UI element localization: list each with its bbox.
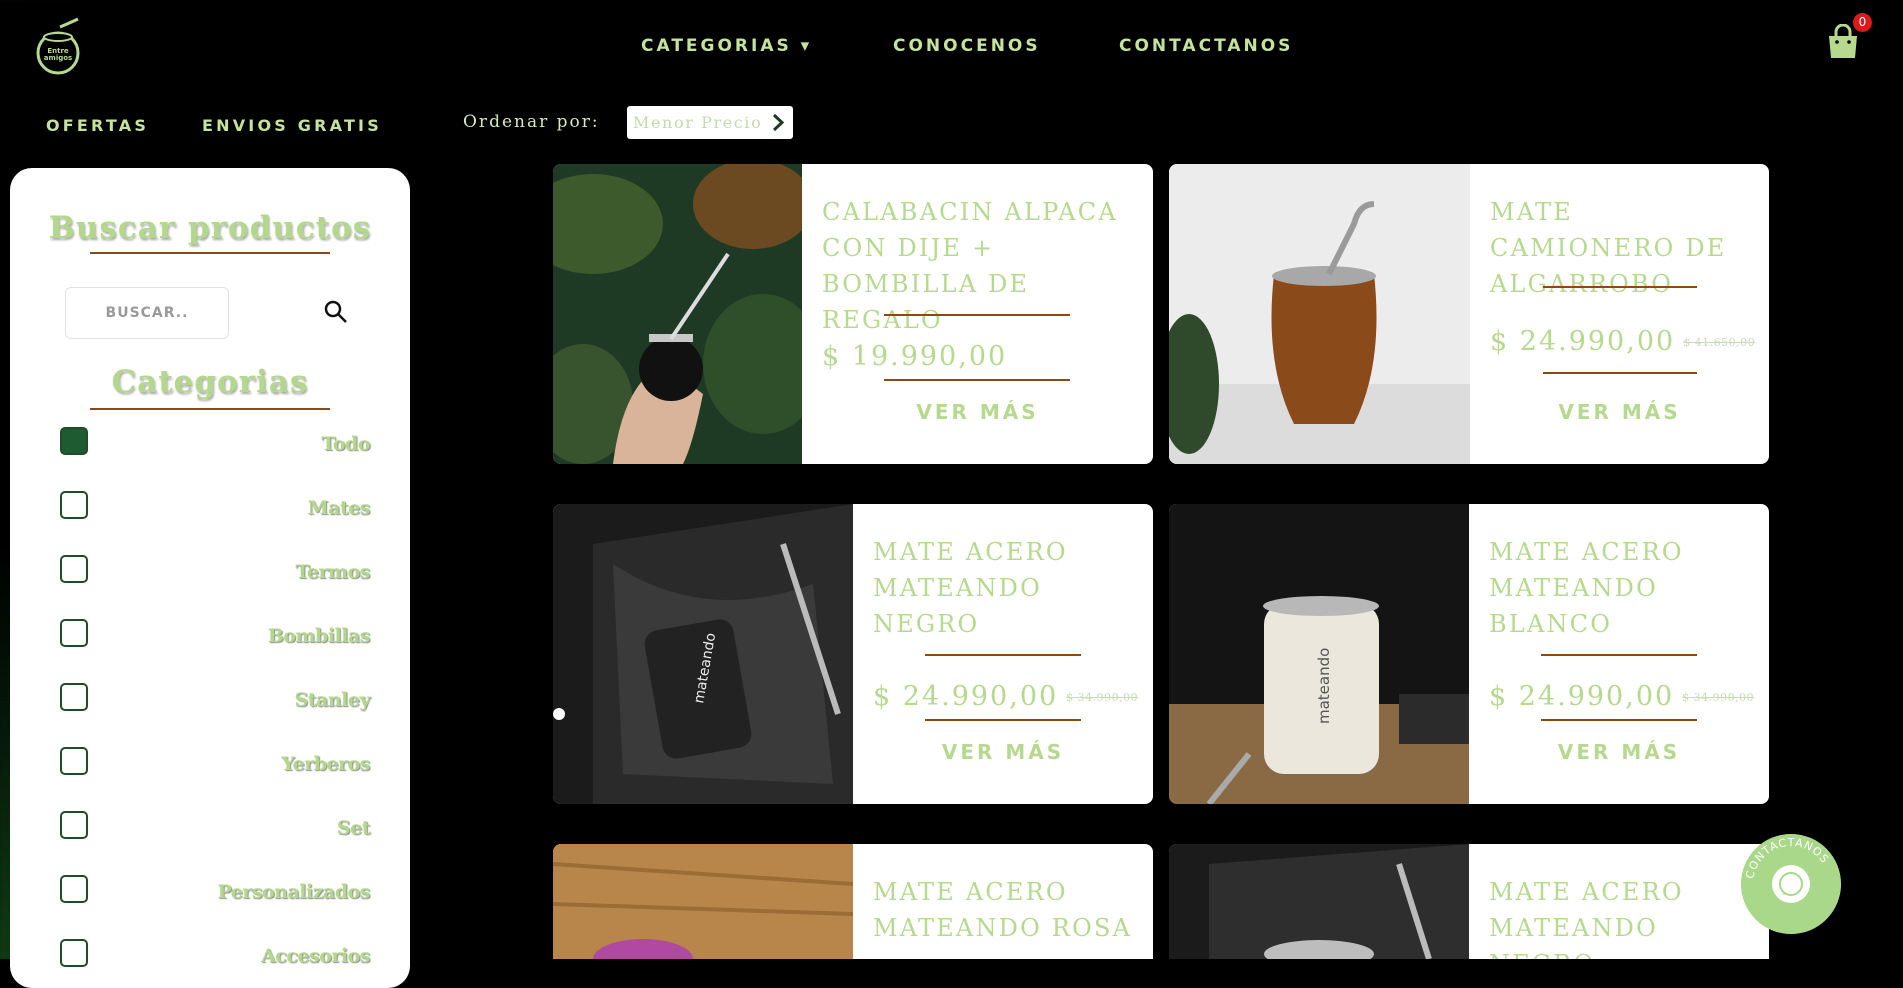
product-name: MATE ACERO MATEANDO ROSA xyxy=(873,878,1133,942)
product-divider xyxy=(925,654,1081,656)
product-divider xyxy=(884,379,1070,381)
category-set[interactable]: Set xyxy=(60,811,371,847)
category-checkbox[interactable] xyxy=(60,875,88,903)
category-yerberos[interactable]: Yerberos xyxy=(60,747,370,783)
nav-contactanos[interactable]: CONTACTANOS xyxy=(1119,36,1293,56)
product-image xyxy=(553,164,802,464)
sort-label: Ordenar por: xyxy=(463,112,600,132)
product-card[interactable]: CALABACIN ALPACA CON DIJE + BOMBILLA DE … xyxy=(553,164,1153,464)
product-divider xyxy=(1543,372,1697,374)
nav-conocenos[interactable]: CONOCENOS xyxy=(893,36,1041,56)
chevron-right-icon xyxy=(772,113,785,132)
category-checkbox[interactable] xyxy=(60,683,88,711)
category-label: Todo xyxy=(321,433,370,455)
category-label: Stanley xyxy=(294,689,371,711)
product-image xyxy=(1169,844,1469,959)
category-label: Accesorios xyxy=(261,945,370,967)
product-card[interactable]: mateando MATE ACERO MATEANDO NEGRO $ 24.… xyxy=(553,504,1153,804)
product-divider xyxy=(1543,286,1697,288)
category-checkbox[interactable] xyxy=(60,811,88,839)
category-label: Set xyxy=(336,817,371,839)
product-old-price: $ 34.990,00 xyxy=(1682,691,1755,704)
product-info: MATE ACERO MATEANDO ROSA xyxy=(853,844,1153,959)
search-input[interactable] xyxy=(65,287,229,339)
category-label: Mates xyxy=(307,497,371,519)
cart-count-badge: 0 xyxy=(1853,13,1872,32)
product-divider xyxy=(884,314,1070,316)
sort-value: Menor Precio xyxy=(633,113,763,132)
category-checkbox[interactable] xyxy=(60,491,88,519)
category-label: Bombillas xyxy=(267,625,371,647)
category-mates[interactable]: Mates xyxy=(60,491,371,527)
product-info: CALABACIN ALPACA CON DIJE + BOMBILLA DE … xyxy=(802,164,1153,464)
nav-categorias[interactable]: CATEGORIAS ▾ xyxy=(641,36,812,56)
ver-mas-button[interactable]: VER MÁS xyxy=(802,400,1153,424)
categories-title: Categorias xyxy=(111,364,309,400)
ver-mas-button[interactable]: VER MÁS xyxy=(1469,740,1769,764)
product-old-price: $ 34.990,00 xyxy=(1066,691,1139,704)
sort-select[interactable]: Menor Precio xyxy=(627,106,793,139)
search-title: Buscar productos xyxy=(48,210,372,246)
svg-text:mateando: mateando xyxy=(1315,648,1333,724)
product-price: $ 24.990,00 $ 41.650,00 xyxy=(1490,326,1756,357)
product-name: MATE ACERO MATEANDO NEGRO xyxy=(873,538,1068,638)
category-checkbox[interactable] xyxy=(60,939,88,967)
category-bombillas[interactable]: Bombillas xyxy=(60,619,371,655)
product-image xyxy=(1169,164,1470,464)
product-name: MATE ACERO MATEANDO BLANCO xyxy=(1489,538,1684,638)
category-checkbox[interactable] xyxy=(60,427,88,455)
category-todo[interactable]: Todo xyxy=(60,427,370,463)
category-checkbox[interactable] xyxy=(60,619,88,647)
product-image: mateando xyxy=(1169,504,1469,804)
search-title-underline xyxy=(90,252,330,254)
product-price: $ 24.990,00 $ 34.990,00 xyxy=(1489,681,1755,712)
envios-gratis-link[interactable]: ENVIOS GRATIS xyxy=(202,116,382,135)
category-checkbox[interactable] xyxy=(60,555,88,583)
ofertas-link[interactable]: OFERTAS xyxy=(46,116,149,135)
shopping-bag-icon[interactable] xyxy=(1826,24,1860,60)
category-label: Yerberos xyxy=(281,753,370,775)
product-card[interactable]: MATE ACERO MATEANDO NEGRO xyxy=(1169,844,1769,959)
product-info: MATE ACERO MATEANDO NEGRO $ 24.990,00 $ 3… xyxy=(853,504,1153,804)
filter-sidebar: Buscar productos Categorias Todo Mates T… xyxy=(10,168,410,988)
main-nav: CATEGORIAS ▾ CONOCENOS CONTACTANOS xyxy=(0,36,1903,56)
category-label: Personalizados xyxy=(217,881,370,903)
whatsapp-contact-button[interactable]: CONTACTANOS xyxy=(1741,834,1841,934)
product-old-price: $ 41.650,00 xyxy=(1683,336,1756,349)
categories-title-underline xyxy=(90,408,330,410)
search-icon[interactable] xyxy=(323,299,349,325)
category-stanley[interactable]: Stanley xyxy=(60,683,371,719)
product-divider xyxy=(925,719,1081,721)
category-termos[interactable]: Termos xyxy=(60,555,370,591)
product-card[interactable]: mateando MATE ACERO MATEANDO BLANCO $ 24… xyxy=(1169,504,1769,804)
product-card[interactable]: MATE ACERO MATEANDO ROSA xyxy=(553,844,1153,959)
product-info: MATE CAMIONERO DE ALGARROBO $ 24.990,00 $… xyxy=(1470,164,1769,464)
product-divider xyxy=(1541,654,1697,656)
category-checkbox[interactable] xyxy=(60,747,88,775)
product-name: CALABACIN ALPACA CON DIJE + BOMBILLA DE … xyxy=(822,198,1118,334)
product-divider xyxy=(1541,719,1697,721)
ver-mas-button[interactable]: VER MÁS xyxy=(1470,400,1769,424)
product-price: $ 19.990,00 xyxy=(822,341,1008,372)
product-info: MATE ACERO MATEANDO NEGRO xyxy=(1469,844,1769,959)
product-image: mateando xyxy=(553,504,853,804)
product-price: $ 24.990,00 $ 34.990,00 xyxy=(873,681,1139,712)
category-label: Termos xyxy=(295,561,370,583)
product-card[interactable]: MATE CAMIONERO DE ALGARROBO $ 24.990,00 $… xyxy=(1169,164,1769,464)
ver-mas-button[interactable]: VER MÁS xyxy=(853,740,1153,764)
category-personalizados[interactable]: Personalizados xyxy=(60,875,370,911)
product-image xyxy=(553,844,853,959)
product-info: MATE ACERO MATEANDO BLANCO $ 24.990,00 $ … xyxy=(1469,504,1769,804)
category-accesorios[interactable]: Accesorios xyxy=(60,939,370,975)
product-name: MATE ACERO MATEANDO NEGRO xyxy=(1489,878,1684,959)
